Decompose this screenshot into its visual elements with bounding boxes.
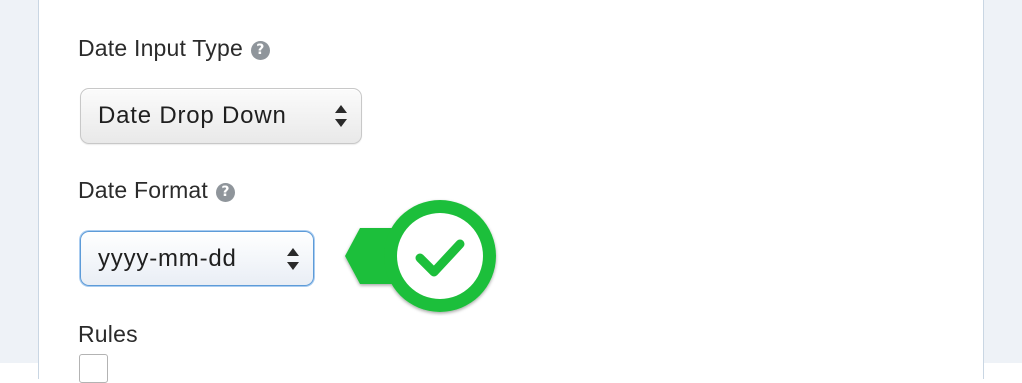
date-input-type-label-text: Date Input Type	[78, 35, 243, 61]
date-format-label: Date Format?	[78, 177, 236, 204]
date-input-type-select[interactable]: Date Drop Down	[80, 88, 362, 144]
rules-checkbox[interactable]	[79, 354, 108, 383]
date-format-select[interactable]: yyyy-mm-dd	[80, 231, 314, 286]
check-circle-icon	[345, 200, 496, 312]
question-circle-icon[interactable]: ?	[216, 183, 236, 202]
question-circle-icon[interactable]: ?	[250, 41, 270, 60]
sort-arrows-icon	[335, 105, 347, 127]
page-background: Date Input Type? Date Drop Down Date For…	[0, 0, 1022, 383]
sort-arrows-icon	[287, 247, 299, 270]
date-format-label-text: Date Format	[78, 177, 209, 203]
date-input-type-label: Date Input Type?	[78, 35, 270, 62]
rules-label: Rules	[78, 321, 138, 347]
date-input-type-value: Date Drop Down	[98, 102, 287, 129]
date-format-value: yyyy-mm-dd	[98, 245, 237, 272]
